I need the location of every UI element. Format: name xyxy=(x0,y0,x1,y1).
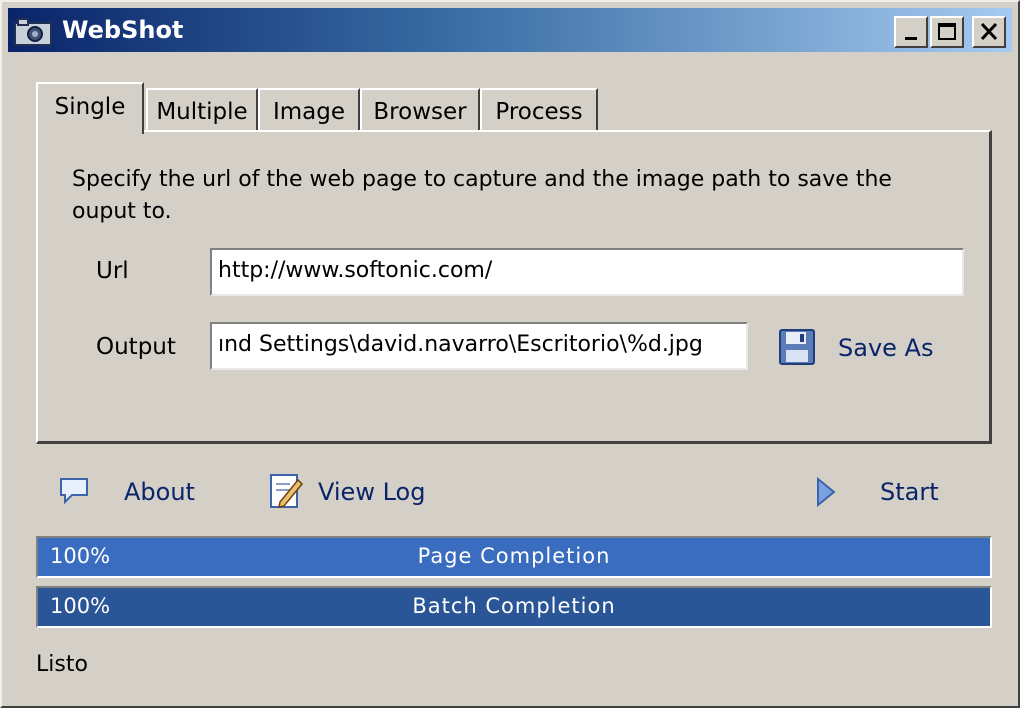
page-completion-progress: 100% Page Completion xyxy=(36,536,992,578)
camera-icon xyxy=(14,18,52,46)
floppy-disk-icon[interactable] xyxy=(778,328,816,366)
url-label: Url xyxy=(96,258,129,284)
status-text: Listo xyxy=(36,652,88,677)
tab-image[interactable]: Image xyxy=(258,88,360,132)
output-label: Output xyxy=(96,334,176,360)
instructions-text: Specify the url of the web page to captu… xyxy=(72,167,892,224)
play-triangle-icon[interactable] xyxy=(814,476,838,508)
close-icon xyxy=(980,22,998,41)
close-button[interactable] xyxy=(972,16,1006,48)
tab-browser[interactable]: Browser xyxy=(360,88,480,132)
app-window: WebShot Single Multiple Image Browser Pr… xyxy=(0,0,1020,708)
title-bar[interactable]: WebShot xyxy=(8,8,1012,52)
tab-multiple[interactable]: Multiple xyxy=(146,88,258,132)
page-completion-label: Page Completion xyxy=(417,544,611,568)
maximize-icon xyxy=(938,23,956,40)
window-title: WebShot xyxy=(62,16,184,44)
url-input[interactable]: http://www.softonic.com/ xyxy=(210,248,964,296)
tab-process[interactable]: Process xyxy=(480,88,598,132)
speech-bubble-icon[interactable] xyxy=(58,476,92,506)
tab-bar: Single Multiple Image Browser Process xyxy=(36,82,606,134)
minimize-button[interactable] xyxy=(894,16,928,48)
batch-completion-progress: 100% Batch Completion xyxy=(36,586,992,628)
minimize-icon xyxy=(905,37,917,40)
notepad-pencil-icon[interactable] xyxy=(268,472,304,510)
tab-single[interactable]: Single xyxy=(36,82,144,134)
view-log-button[interactable]: View Log xyxy=(318,478,425,506)
single-tab-panel: Specify the url of the web page to captu… xyxy=(36,130,992,444)
batch-completion-label: Batch Completion xyxy=(412,594,616,618)
output-path-input[interactable]: ınd Settings\david.navarro\Escritorio\%d… xyxy=(210,322,748,370)
start-button[interactable]: Start xyxy=(880,478,939,506)
save-as-button[interactable]: Save As xyxy=(838,334,933,362)
maximize-button[interactable] xyxy=(930,16,964,48)
about-button[interactable]: About xyxy=(124,478,195,506)
